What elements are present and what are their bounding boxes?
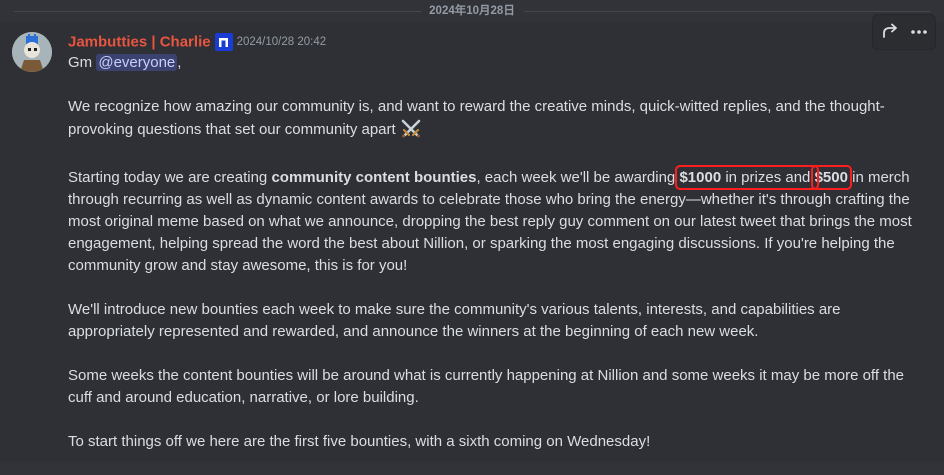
greeting-prefix: Gm [68, 54, 97, 71]
avatar-image [12, 32, 52, 72]
avatar[interactable] [12, 32, 52, 72]
greeting-line: Gm @everyone, [68, 52, 928, 74]
paragraph-2-b: , each week we'll be awarding [476, 169, 680, 186]
crossed-swords-icon [400, 118, 422, 145]
paragraph-recognize: We recognize how amazing our community i… [68, 96, 928, 145]
merch-amount: $500 [814, 169, 848, 186]
merch-highlight-box: $500 [810, 165, 852, 190]
paragraph-bounties: Starting today we are creating community… [68, 165, 928, 277]
paragraph-new-bounties: We'll introduce new bounties each week t… [68, 301, 841, 340]
forward-icon[interactable] [875, 15, 905, 49]
paragraph-2-c: in prizes and [721, 169, 815, 186]
bounties-bold: community content bounties [271, 169, 477, 186]
message-body: Gm @everyone, We recognize how amazing o… [68, 52, 928, 475]
timestamp[interactable]: 2024/10/28 20:42 [237, 36, 327, 48]
paragraph-1-text: We recognize how amazing our community i… [68, 98, 885, 138]
mention-everyone[interactable]: @everyone [96, 54, 178, 71]
more-icon[interactable] [904, 15, 934, 49]
message[interactable]: Jambutties | Charlie 2024/10/28 20:42 Gm … [0, 14, 944, 462]
divider-date: 2024年10月28日 [421, 3, 523, 19]
paragraph-2-a: Starting today we are creating [68, 169, 272, 186]
message-header: Jambutties | Charlie 2024/10/28 20:42 [68, 33, 326, 53]
date-divider: 2024年10月28日 [0, 0, 944, 22]
paragraph-start: To start things off we here are the firs… [68, 433, 651, 450]
message-actions [872, 14, 936, 50]
prize-amount: $1000 [679, 169, 722, 186]
paragraph-some-weeks: Some weeks the content bounties will be … [68, 367, 905, 406]
greeting-suffix: , [177, 54, 182, 71]
username[interactable]: Jambutties | Charlie [68, 34, 211, 51]
app-badge-icon[interactable] [214, 33, 233, 51]
prize-highlight-box: $1000 in prizes and [675, 165, 819, 190]
